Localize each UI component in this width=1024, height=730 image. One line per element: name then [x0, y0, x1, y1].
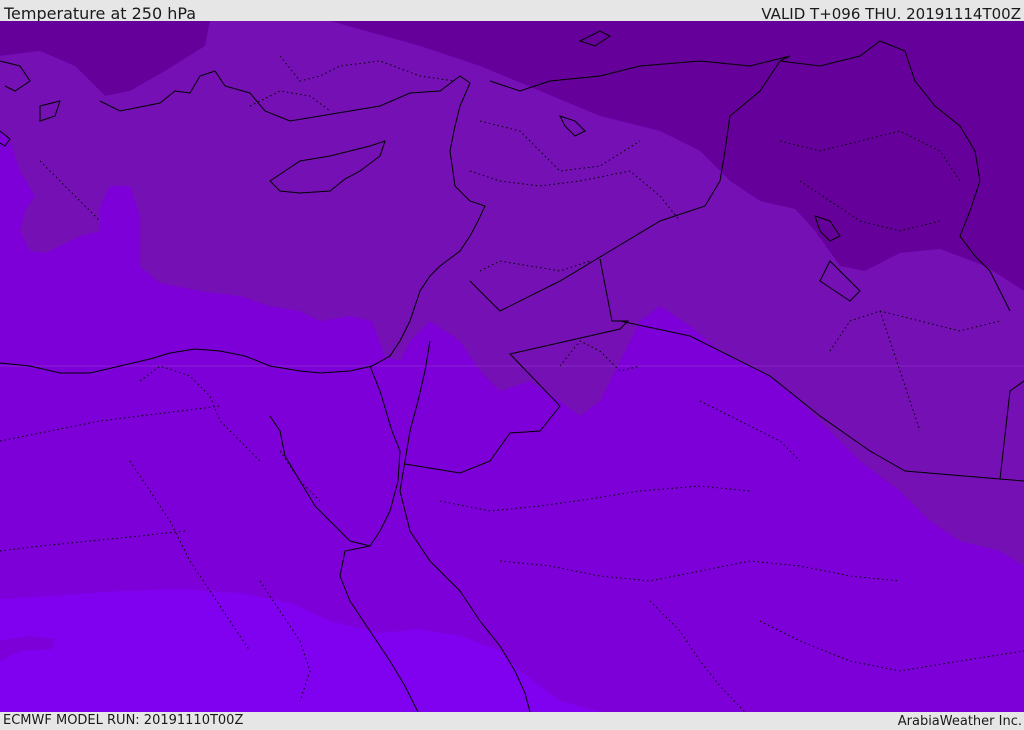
model-run: ECMWF MODEL RUN: 20191110T00Z [3, 713, 244, 728]
credit: ArabiaWeather Inc. [897, 714, 1022, 729]
footer-bar: ECMWF MODEL RUN: 20191110T00Z ArabiaWeat… [0, 712, 1024, 729]
temperature-map[interactable] [0, 21, 1024, 712]
header-bar: Temperature at 250 hPa VALID T+096 THU. … [0, 0, 1024, 23]
